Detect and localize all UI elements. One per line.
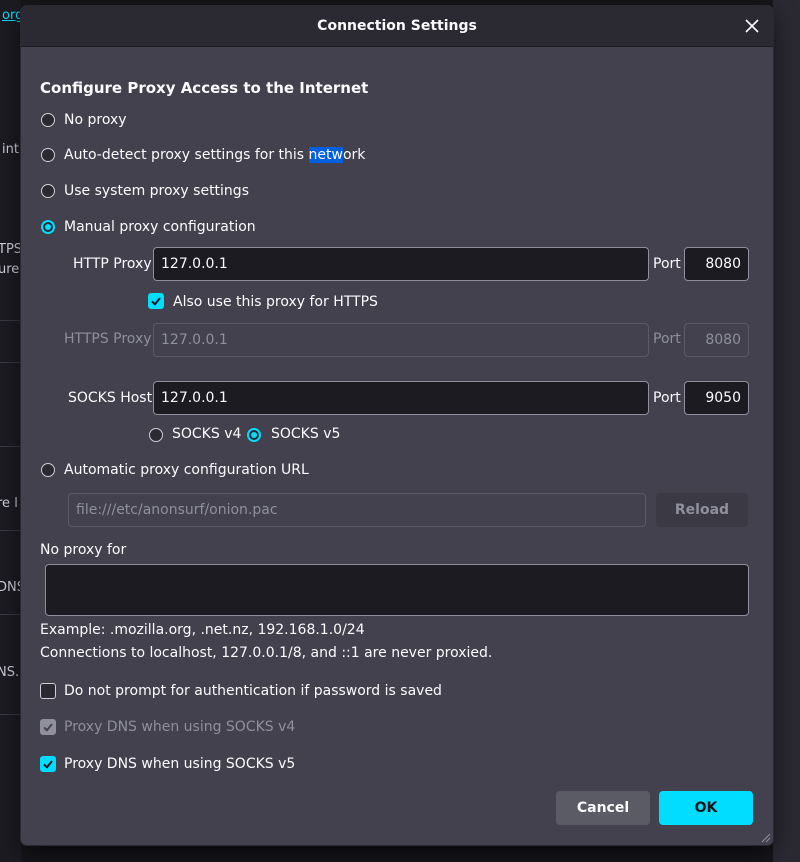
background-window: [0, 0, 21, 862]
localhost-note: Connections to localhost, 127.0.0.1/8, a…: [40, 645, 493, 661]
reload-button[interactable]: Reload: [656, 493, 748, 527]
no-proxy-label[interactable]: No proxy: [64, 112, 127, 128]
https-port-input[interactable]: 8080: [684, 323, 749, 357]
socks-v5-radio[interactable]: [247, 428, 261, 442]
system-proxy-label[interactable]: Use system proxy settings: [64, 183, 249, 199]
background-divider: [0, 614, 21, 615]
no-proxy-for-textarea[interactable]: [45, 564, 749, 616]
http-port-label: Port: [653, 256, 681, 272]
checkmark-icon: [151, 297, 161, 306]
https-proxy-input[interactable]: 127.0.0.1: [153, 323, 649, 357]
background-divider: [0, 446, 21, 447]
background-text: ure: [0, 262, 20, 277]
socks-port-input[interactable]: 9050: [684, 381, 749, 415]
dns-socks-v4-label[interactable]: Proxy DNS when using SOCKS v4: [64, 719, 295, 735]
http-port-input[interactable]: 8080: [684, 247, 749, 281]
auto-detect-text-end: ork: [342, 147, 366, 163]
background-divider: [0, 530, 21, 531]
https-port-label: Port: [653, 331, 681, 347]
checkmark-icon: [43, 760, 53, 769]
https-proxy-label: HTTPS Proxy: [64, 331, 152, 347]
dns-socks-v5-checkbox[interactable]: [40, 756, 56, 772]
auto-detect-radio[interactable]: [41, 148, 55, 162]
background-text: NS.: [0, 665, 20, 680]
pac-url-input[interactable]: file:///etc/anonsurf/onion.pac: [68, 493, 646, 527]
resize-grip-icon[interactable]: [761, 833, 771, 843]
no-proxy-for-label: No proxy for: [40, 542, 127, 558]
background-divider: [0, 714, 21, 715]
auto-detect-label[interactable]: Auto-detect proxy settings for this netw…: [64, 147, 365, 163]
example-text: Example: .mozilla.org, .net.nz, 192.168.…: [40, 622, 365, 638]
socks-v4-radio[interactable]: [149, 428, 163, 442]
selected-text: netw: [308, 147, 343, 163]
system-proxy-radio[interactable]: [41, 184, 55, 198]
dns-socks-v4-checkbox[interactable]: [40, 719, 56, 735]
manual-proxy-label[interactable]: Manual proxy configuration: [64, 219, 256, 235]
no-proxy-radio[interactable]: [41, 113, 55, 127]
socks-host-input[interactable]: 127.0.0.1: [153, 381, 649, 415]
socks-v5-label[interactable]: SOCKS v5: [271, 426, 340, 442]
manual-proxy-radio[interactable]: [41, 220, 55, 234]
background-text: TPS: [0, 242, 23, 257]
ok-button[interactable]: OK: [659, 791, 753, 825]
background-divider: [0, 362, 21, 363]
section-heading: Configure Proxy Access to the Internet: [40, 79, 369, 97]
socks-v4-label[interactable]: SOCKS v4: [172, 426, 241, 442]
auto-detect-text: Auto-detect proxy settings for this: [64, 147, 309, 163]
socks-port-label: Port: [653, 390, 681, 406]
background-text: re l: [0, 496, 18, 511]
no-auth-prompt-label[interactable]: Do not prompt for authentication if pass…: [64, 683, 442, 699]
dialog-title: Connection Settings: [317, 18, 477, 34]
dns-socks-v5-label[interactable]: Proxy DNS when using SOCKS v5: [64, 756, 295, 772]
connection-settings-dialog: Connection Settings Configure Proxy Acce…: [21, 6, 773, 845]
checkmark-icon: [43, 723, 53, 732]
close-icon: [745, 19, 759, 33]
socks-host-label: SOCKS Host: [68, 390, 153, 406]
http-proxy-label: HTTP Proxy: [73, 256, 152, 272]
close-button[interactable]: [741, 15, 763, 37]
also-https-checkbox[interactable]: [148, 293, 164, 309]
http-proxy-input[interactable]: 127.0.0.1: [153, 247, 649, 281]
background-divider: [0, 320, 21, 321]
auto-url-radio[interactable]: [41, 463, 55, 477]
dialog-titlebar: Connection Settings: [21, 6, 773, 47]
also-https-label[interactable]: Also use this proxy for HTTPS: [173, 294, 378, 310]
background-panel-right: [773, 0, 800, 862]
cancel-button[interactable]: Cancel: [556, 791, 650, 825]
background-text: int: [2, 142, 19, 157]
no-auth-prompt-checkbox[interactable]: [40, 683, 56, 699]
auto-url-label[interactable]: Automatic proxy configuration URL: [64, 462, 309, 478]
